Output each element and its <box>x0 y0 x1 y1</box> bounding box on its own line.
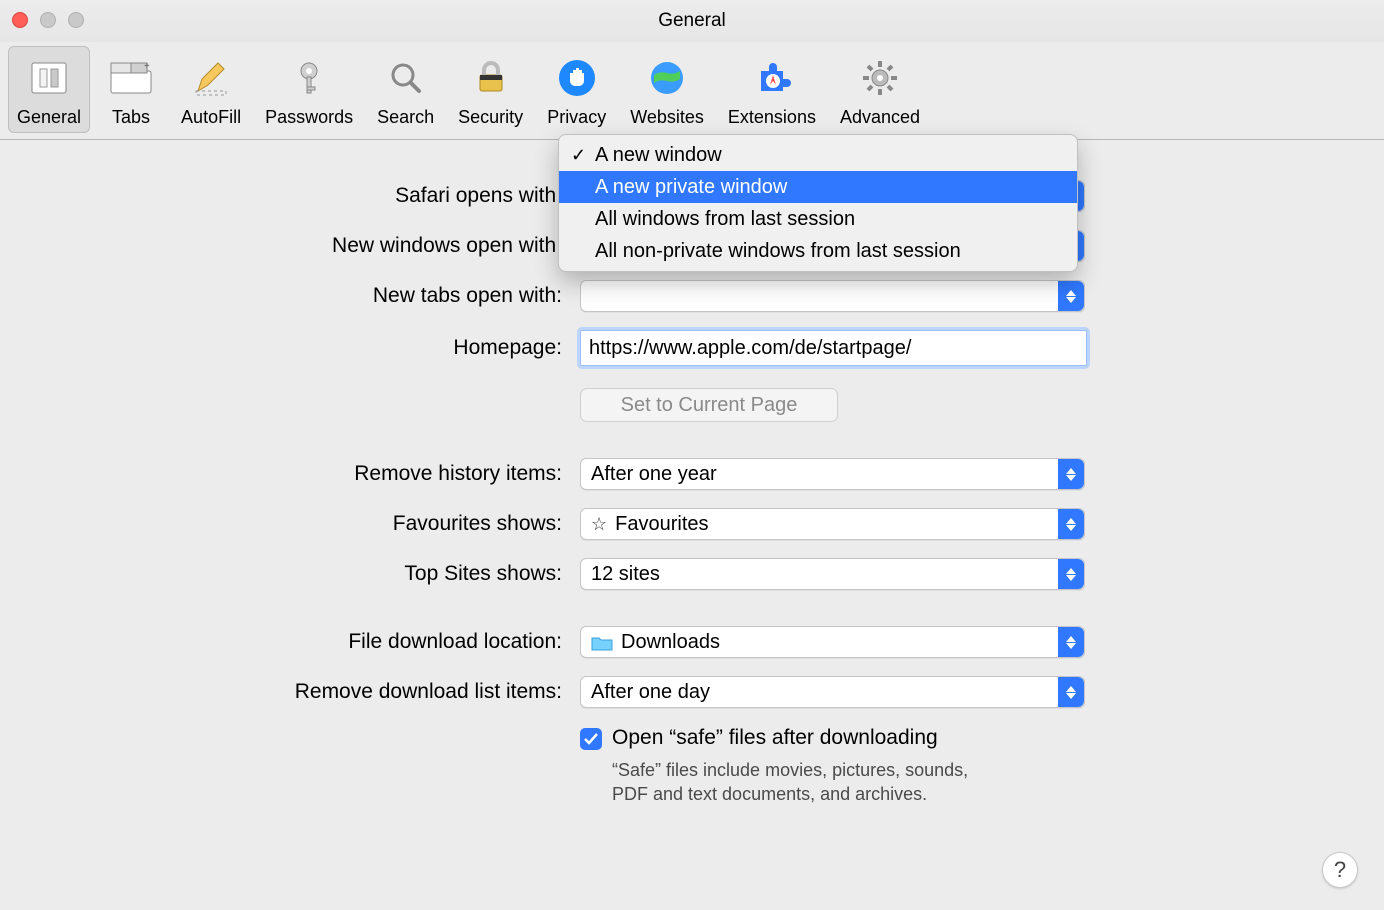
toolbar-label: Passwords <box>265 107 353 128</box>
general-pane: Safari opens with: New windows open with… <box>0 140 1384 845</box>
toolbar-label: General <box>17 107 81 128</box>
toolbar-item-extensions[interactable]: Extensions <box>719 46 825 133</box>
topsites-select[interactable]: 12 sites <box>580 558 1085 590</box>
toolbar-item-general[interactable]: General <box>8 46 90 133</box>
toolbar-item-privacy[interactable]: Privacy <box>538 46 615 133</box>
homepage-input[interactable] <box>580 330 1087 366</box>
new-tabs-select[interactable] <box>580 280 1085 312</box>
select-value: After one day <box>591 681 710 704</box>
chevron-updown-icon <box>1058 509 1084 539</box>
toolbar-item-security[interactable]: Security <box>449 46 532 133</box>
new-tabs-label: New tabs open with: <box>40 284 580 308</box>
window-controls <box>12 12 84 28</box>
svg-text:+: + <box>144 61 150 72</box>
preferences-toolbar: General + Tabs AutoFill <box>0 42 1384 140</box>
set-to-current-page-button[interactable]: Set to Current Page <box>580 388 838 422</box>
toolbar-label: Websites <box>630 107 704 128</box>
select-value: After one year <box>591 463 717 486</box>
select-value: Favourites <box>615 513 708 536</box>
gear-icon <box>855 53 905 103</box>
open-safe-files-description: “Safe” files include movies, pictures, s… <box>580 758 980 807</box>
chevron-updown-icon <box>1058 459 1084 489</box>
toolbar-label: Privacy <box>547 107 606 128</box>
toolbar-item-search[interactable]: Search <box>368 46 443 133</box>
chevron-updown-icon <box>1058 677 1084 707</box>
open-safe-files-label: Open “safe” files after downloading <box>612 726 938 750</box>
folder-icon <box>591 634 613 650</box>
check-icon: ✓ <box>571 145 586 166</box>
toolbar-label: Search <box>377 107 434 128</box>
option-label: All windows from last session <box>595 208 855 231</box>
favourites-select[interactable]: ☆ Favourites <box>580 508 1085 540</box>
toolbar-item-websites[interactable]: Websites <box>621 46 713 133</box>
safari-opens-label: Safari opens with: <box>40 184 580 208</box>
favourites-label: Favourites shows: <box>40 512 580 536</box>
star-icon: ☆ <box>591 514 607 535</box>
toolbar-label: Security <box>458 107 523 128</box>
download-location-label: File download location: <box>40 630 580 654</box>
dropdown-option[interactable]: ✓ A new window <box>559 139 1077 171</box>
toolbar-label: Advanced <box>840 107 920 128</box>
toolbar-item-autofill[interactable]: AutoFill <box>172 46 250 133</box>
titlebar: General <box>0 0 1384 42</box>
lock-icon <box>466 53 516 103</box>
new-windows-label: New windows open with: <box>40 234 580 258</box>
chevron-updown-icon <box>1058 281 1084 311</box>
download-location-select[interactable]: Downloads <box>580 626 1085 658</box>
question-mark-icon: ? <box>1334 857 1346 883</box>
dropdown-option[interactable]: A new private window <box>559 171 1077 203</box>
key-icon <box>284 53 334 103</box>
preferences-window: General General + Tabs <box>0 0 1384 910</box>
select-value: 12 sites <box>591 563 660 586</box>
magnifier-icon <box>381 53 431 103</box>
homepage-label: Homepage: <box>40 336 580 360</box>
option-label: A new private window <box>595 176 787 199</box>
globe-icon <box>642 53 692 103</box>
select-value: Downloads <box>621 631 720 654</box>
toolbar-item-passwords[interactable]: Passwords <box>256 46 362 133</box>
remove-download-list-label: Remove download list items: <box>40 680 580 704</box>
minimize-window-button[interactable] <box>40 12 56 28</box>
open-safe-files-checkbox[interactable] <box>580 728 602 750</box>
option-label: A new window <box>595 144 722 167</box>
remove-download-list-select[interactable]: After one day <box>580 676 1085 708</box>
dropdown-option[interactable]: All windows from last session <box>559 203 1077 235</box>
toolbar-label: Tabs <box>112 107 150 128</box>
close-window-button[interactable] <box>12 12 28 28</box>
remove-history-select[interactable]: After one year <box>580 458 1085 490</box>
switch-icon <box>24 53 74 103</box>
window-title: General <box>658 10 726 32</box>
option-label: All non-private windows from last sessio… <box>595 240 961 263</box>
zoom-window-button[interactable] <box>68 12 84 28</box>
toolbar-item-tabs[interactable]: + Tabs <box>96 46 166 133</box>
chevron-updown-icon <box>1058 559 1084 589</box>
chevron-updown-icon <box>1058 627 1084 657</box>
hand-icon <box>552 53 602 103</box>
puzzle-icon <box>747 53 797 103</box>
pencil-icon <box>186 53 236 103</box>
remove-history-label: Remove history items: <box>40 462 580 486</box>
toolbar-label: Extensions <box>728 107 816 128</box>
topsites-label: Top Sites shows: <box>40 562 580 586</box>
dropdown-option[interactable]: All non-private windows from last sessio… <box>559 235 1077 267</box>
tabs-icon: + <box>106 53 156 103</box>
help-button[interactable]: ? <box>1322 852 1358 888</box>
toolbar-item-advanced[interactable]: Advanced <box>831 46 929 133</box>
safari-opens-dropdown: ✓ A new window A new private window All … <box>558 134 1078 272</box>
toolbar-label: AutoFill <box>181 107 241 128</box>
